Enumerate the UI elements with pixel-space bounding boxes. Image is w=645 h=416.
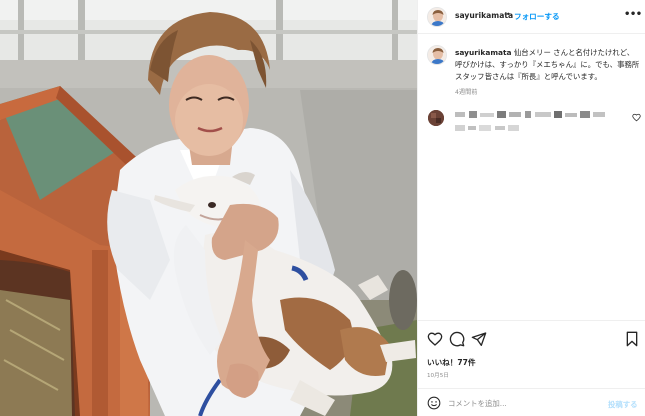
avatar-image	[428, 8, 446, 26]
photo-woman-holding-goat	[0, 0, 417, 416]
comment-bubble-icon[interactable]	[449, 331, 465, 347]
more-horizontal-icon[interactable]: •••	[624, 9, 642, 20]
header-username[interactable]: sayurikamata	[455, 11, 513, 20]
pixelated-comment-text	[455, 111, 605, 118]
paper-plane-icon[interactable]	[471, 331, 487, 347]
post-photo[interactable]	[0, 0, 417, 416]
avatar-image	[428, 46, 446, 64]
comment-input[interactable]	[448, 395, 598, 411]
caption-username[interactable]: sayurikamata	[455, 48, 512, 57]
post-date[interactable]: 10月5日	[427, 371, 449, 379]
bookmark-icon[interactable]	[624, 331, 640, 347]
smile-emoji-icon[interactable]	[427, 396, 441, 410]
add-comment-bar: 投稿する	[418, 388, 645, 416]
heart-outline-icon[interactable]	[427, 331, 443, 347]
commenter-avatar[interactable]	[428, 110, 444, 126]
post-header: sayurikamata • フォローする •••	[418, 0, 645, 34]
post-comment-button[interactable]: 投稿する	[608, 399, 638, 410]
heart-outline-icon[interactable]	[632, 113, 641, 122]
post-side-panel: sayurikamata • フォローする ••• sayurikamata 仙…	[417, 0, 645, 416]
likes-count[interactable]: いいね！77件	[427, 357, 476, 368]
avatar-image	[428, 110, 444, 126]
pixelated-comment-meta	[455, 125, 519, 131]
follow-button[interactable]: フォローする	[514, 11, 560, 22]
comment-row	[418, 104, 645, 144]
caption-avatar[interactable]	[427, 45, 447, 65]
caption-text: sayurikamata 仙台メリー さんと名付けたけれど、呼びかけは、すっかり…	[455, 47, 641, 83]
caption-timestamp[interactable]: 4週間前	[455, 87, 478, 96]
separator-dot: •	[506, 10, 511, 19]
avatar[interactable]	[427, 7, 447, 27]
